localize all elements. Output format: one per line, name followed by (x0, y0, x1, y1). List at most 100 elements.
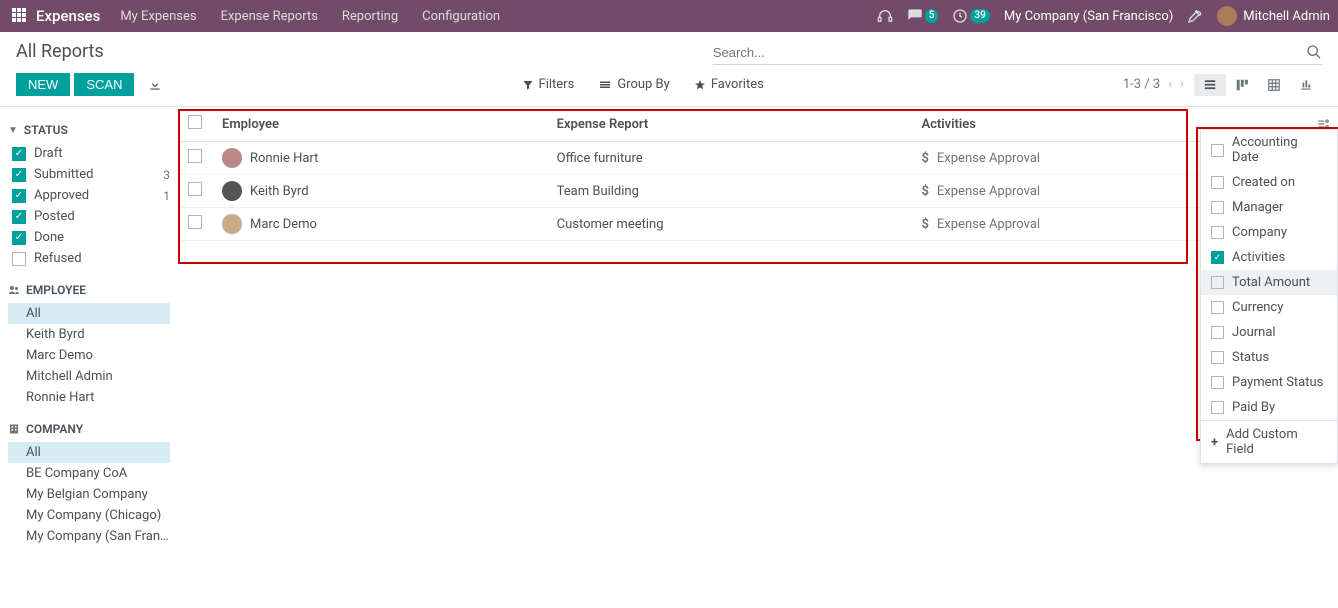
checkbox-icon (1211, 276, 1224, 289)
groupby-label: Group By (617, 77, 670, 92)
table-row[interactable]: Marc DemoCustomer meeting$Expense Approv… (178, 208, 1338, 241)
facet-employee-title: EMPLOYEE (26, 283, 86, 297)
status-submitted[interactable]: ✓Submitted3 (8, 164, 170, 185)
field-option-total-amount[interactable]: Total Amount (1201, 270, 1337, 295)
user-name: Mitchell Admin (1243, 9, 1330, 24)
field-option-currency[interactable]: Currency (1201, 295, 1337, 320)
table-row[interactable]: Keith ByrdTeam Building$Expense Approval (178, 175, 1338, 208)
dollar-icon: $ (921, 151, 928, 166)
search-bar[interactable] (713, 40, 1322, 65)
filters-button[interactable]: Filters (522, 77, 575, 92)
employee-all[interactable]: All (8, 303, 170, 324)
status-draft[interactable]: ✓Draft (8, 143, 170, 164)
company-item[interactable]: My Company (Chicago) (8, 505, 170, 526)
field-option-accounting-date[interactable]: Accounting Date (1201, 130, 1337, 170)
field-option-activities[interactable]: ✓Activities (1201, 245, 1337, 270)
report-name: Office furniture (547, 142, 912, 175)
facet-status-header[interactable]: ▼STATUS (8, 123, 170, 137)
nav-expense-reports[interactable]: Expense Reports (221, 9, 318, 24)
filters-label: Filters (539, 77, 575, 92)
row-checkbox[interactable] (188, 149, 202, 163)
employee-name: Marc Demo (250, 217, 317, 232)
checkbox-icon (1211, 376, 1224, 389)
pager-range: 1-3 / 3 (1123, 77, 1160, 92)
view-kanban-icon[interactable] (1226, 74, 1258, 96)
checkbox-icon (1211, 401, 1224, 414)
field-option-status[interactable]: Status (1201, 345, 1337, 370)
company-item[interactable]: All (8, 442, 170, 463)
field-option-journal[interactable]: Journal (1201, 320, 1337, 345)
field-option-paid-by[interactable]: Paid By (1201, 395, 1337, 420)
content: Employee Expense Report Activities Ronni… (178, 107, 1338, 607)
facet-company-header[interactable]: COMPANY (8, 422, 170, 436)
pager-prev[interactable]: ‹ (1168, 77, 1172, 92)
pager-next[interactable]: › (1180, 77, 1184, 92)
user-menu[interactable]: Mitchell Admin (1217, 6, 1330, 26)
employee-mitchell-admin[interactable]: Mitchell Admin (8, 366, 170, 387)
status-label: Refused (34, 251, 82, 266)
field-option-manager[interactable]: Manager (1201, 195, 1337, 220)
status-done[interactable]: ✓Done (8, 227, 170, 248)
new-button[interactable]: NEW (16, 73, 70, 96)
optional-fields-panel: Accounting Date Created on Manager Company✓… (1200, 129, 1338, 464)
company-item[interactable]: My Company (San Franc... (8, 526, 170, 547)
col-report[interactable]: Expense Report (547, 107, 912, 142)
checkbox-icon (12, 252, 26, 266)
status-label: Posted (34, 209, 75, 224)
apps-icon[interactable] (12, 8, 28, 24)
status-count: 3 (163, 168, 170, 182)
field-option-created-on[interactable]: Created on (1201, 170, 1337, 195)
field-label: Accounting Date (1232, 135, 1327, 165)
favorites-button[interactable]: Favorites (694, 77, 764, 92)
add-custom-field[interactable]: + Add Custom Field (1201, 421, 1337, 463)
checkbox-icon: ✓ (12, 210, 26, 224)
search-icon[interactable] (1306, 44, 1322, 60)
nav-my-expenses[interactable]: My Expenses (120, 9, 196, 24)
debug-icon[interactable] (1187, 8, 1203, 24)
employee-keith-byrd[interactable]: Keith Byrd (8, 324, 170, 345)
checkbox-icon: ✓ (12, 231, 26, 245)
status-label: Draft (34, 146, 63, 161)
status-count: 1 (163, 189, 170, 203)
company-selector[interactable]: My Company (San Francisco) (1004, 9, 1173, 24)
status-posted[interactable]: ✓ Posted (8, 206, 170, 227)
nav-reporting[interactable]: Reporting (342, 9, 398, 24)
employee-marc-demo[interactable]: Marc Demo (8, 345, 170, 366)
headset-icon[interactable] (877, 8, 893, 24)
messages-icon[interactable]: 5 (907, 8, 939, 24)
report-name: Customer meeting (547, 208, 912, 241)
col-employee[interactable]: Employee (212, 107, 547, 142)
row-checkbox[interactable] (188, 182, 202, 196)
avatar (1217, 6, 1237, 26)
checkbox-icon (1211, 226, 1224, 239)
favorites-label: Favorites (711, 77, 764, 92)
download-icon[interactable] (148, 78, 162, 92)
app-brand[interactable]: Expenses (36, 7, 100, 25)
checkbox-icon (1211, 301, 1224, 314)
field-option-payment-status[interactable]: Payment Status (1201, 370, 1337, 395)
table-row[interactable]: Ronnie HartOffice furniture$Expense Appr… (178, 142, 1338, 175)
search-input[interactable] (713, 45, 1306, 60)
view-list-icon[interactable] (1194, 74, 1226, 96)
status-approved[interactable]: ✓Approved1 (8, 185, 170, 206)
facet-employee-header[interactable]: EMPLOYEE (8, 283, 170, 297)
status-refused[interactable]: Refused (8, 248, 170, 269)
activities-icon[interactable]: 39 (952, 8, 989, 24)
plus-icon: + (1211, 435, 1218, 450)
employee-ronnie-hart[interactable]: Ronnie Hart (8, 387, 170, 408)
view-graph-icon[interactable] (1290, 74, 1322, 96)
company-item[interactable]: BE Company CoA (8, 463, 170, 484)
groupby-button[interactable]: Group By (598, 77, 670, 92)
nav-configuration[interactable]: Configuration (422, 9, 500, 24)
scan-button[interactable]: SCAN (74, 73, 134, 96)
select-all-checkbox[interactable] (188, 115, 202, 129)
view-pivot-icon[interactable] (1258, 74, 1290, 96)
field-label: Currency (1232, 300, 1283, 315)
activity-label: Expense Approval (937, 184, 1040, 199)
top-navbar: Expenses My Expenses Expense Reports Rep… (0, 0, 1338, 32)
company-item[interactable]: My Belgian Company (8, 484, 170, 505)
field-option-company[interactable]: Company (1201, 220, 1337, 245)
avatar (222, 181, 242, 201)
field-label: Manager (1232, 200, 1283, 215)
row-checkbox[interactable] (188, 215, 202, 229)
